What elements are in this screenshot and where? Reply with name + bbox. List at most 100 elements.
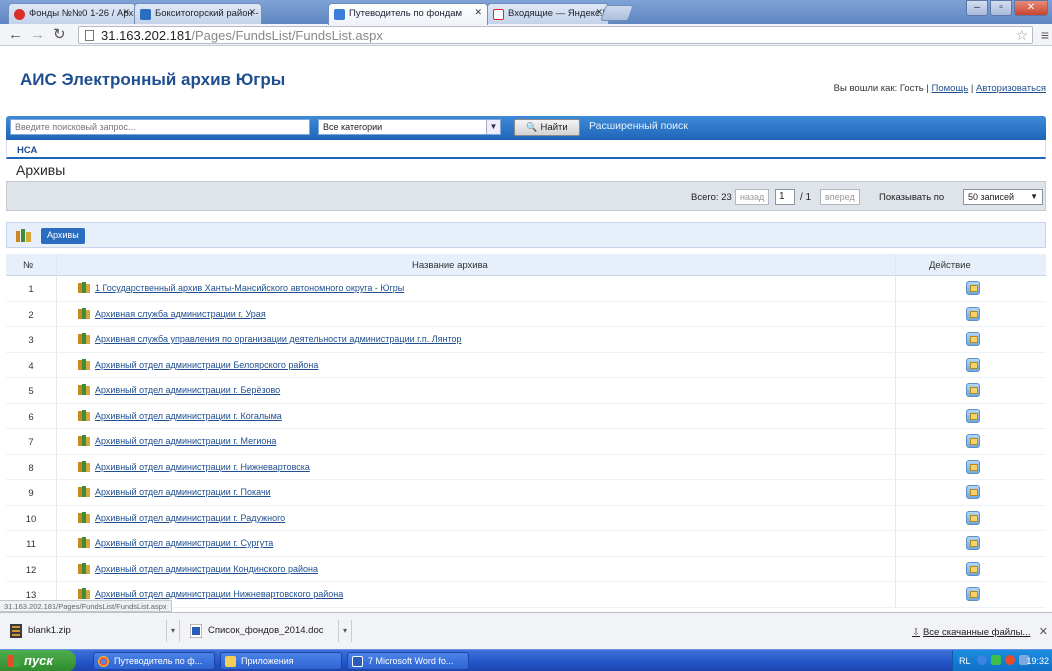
column-header-name[interactable]: Название архива: [412, 260, 488, 271]
open-archive-icon[interactable]: [966, 587, 980, 601]
browser-tab-boksitogorsk[interactable]: Бокситогорский район - Пе ✕: [134, 3, 262, 24]
network-icon[interactable]: [977, 655, 987, 665]
language-indicator[interactable]: RL: [959, 656, 971, 666]
find-label: Найти: [540, 122, 568, 133]
per-page-label: Показывать по: [879, 192, 945, 203]
open-archive-icon[interactable]: [966, 459, 980, 474]
search-input[interactable]: [10, 119, 310, 135]
reload-icon[interactable]: ↻: [53, 27, 66, 42]
site-title: АИС Электронный архив Югры: [20, 70, 286, 89]
archive-link[interactable]: Архивная служба администрации г. Урая: [95, 309, 266, 319]
archive-link[interactable]: Архивный отдел администрации Нижневартов…: [95, 589, 343, 599]
browser-tab-funds[interactable]: Фонды №№0 1-26 / Архив ✕: [8, 3, 136, 24]
login-status: Вы вошли как: Гость: [833, 83, 924, 94]
next-page-button[interactable]: вперед: [820, 189, 860, 205]
opera-icon[interactable]: [1005, 655, 1015, 665]
row-number: 2: [28, 309, 34, 321]
row-number: 6: [28, 411, 34, 423]
open-archive-icon[interactable]: [966, 510, 980, 525]
start-button[interactable]: пуск: [0, 650, 76, 671]
all-downloads-label: Все скачанные файлы...: [922, 627, 1031, 638]
zip-file-icon: [10, 624, 22, 638]
window-controls: – ▫ ✕: [964, 0, 1048, 18]
minimize-icon[interactable]: –: [966, 0, 988, 16]
table-row: 8 Архивный отдел администрации г. Нижнева…: [6, 455, 1046, 480]
favicon-icon: [140, 9, 151, 20]
category-select[interactable]: Все категории ▼: [318, 119, 501, 135]
chevron-down-icon[interactable]: ▾: [338, 620, 352, 642]
back-arrow-icon[interactable]: ←: [8, 27, 23, 42]
address-bar[interactable]: 31.163.202.181/Pages/FundsList/FundsList…: [78, 26, 1033, 44]
favicon-icon: [334, 9, 345, 20]
task-label: Приложения: [241, 656, 294, 666]
row-number: 3: [28, 335, 34, 346]
archive-link[interactable]: Архивный отдел администрации г. Когалыма: [95, 411, 282, 421]
favicon-icon: [493, 9, 504, 20]
windows-logo-icon: [7, 655, 20, 667]
archive-link[interactable]: Архивная служба управления по организаци…: [95, 334, 461, 344]
open-archive-icon[interactable]: [966, 485, 980, 499]
login-bar: Вы вошли как: Гость | Помощь | Авторизов…: [833, 83, 1046, 94]
taskbar-item-word[interactable]: 7 Microsoft Word fo...: [347, 652, 469, 670]
open-archive-icon[interactable]: [966, 332, 980, 346]
close-tab-icon[interactable]: ✕: [474, 7, 482, 18]
archive-link[interactable]: Архивный отдел администрации г. Покачи: [95, 487, 271, 497]
clock: 19:32: [1026, 656, 1049, 666]
page-icon: [85, 30, 94, 41]
open-archive-icon[interactable]: [966, 561, 980, 576]
archive-link[interactable]: 1 Государственный архив Ханты-Мансийског…: [95, 283, 404, 293]
close-shelf-icon[interactable]: ✕: [1039, 625, 1048, 638]
all-downloads-link[interactable]: ⇩ Все скачанные файлы...: [912, 627, 1030, 638]
breadcrumb-archives[interactable]: Архивы: [41, 228, 85, 244]
archive-link[interactable]: Архивный отдел администрации г. Нижневар…: [95, 462, 310, 472]
login-link[interactable]: Авторизоваться: [976, 83, 1046, 94]
tab-label: Входящие — Яндекс.Почт: [508, 8, 608, 19]
close-tab-icon[interactable]: ✕: [248, 7, 256, 18]
table-row: 11 Архивный отдел администрации г. Сургут…: [6, 531, 1046, 557]
forward-arrow-icon[interactable]: →: [30, 27, 45, 42]
open-archive-icon[interactable]: [966, 281, 980, 295]
archive-link[interactable]: Архивный отдел администрации г. Радужног…: [95, 513, 285, 523]
search-icon: 🔍: [526, 122, 538, 132]
tray-app-icon[interactable]: [991, 655, 1001, 665]
open-archive-icon[interactable]: [966, 408, 980, 423]
new-tab-button[interactable]: [600, 5, 634, 21]
prev-page-button[interactable]: назад: [735, 189, 770, 205]
download-item-doc[interactable]: Список_фондов_2014.doc ▾: [184, 620, 352, 642]
find-button[interactable]: 🔍 Найти: [514, 119, 580, 136]
maximize-icon[interactable]: ▫: [990, 0, 1012, 16]
archive-link[interactable]: Архивный отдел администрации Кондинского…: [95, 564, 318, 574]
word-file-icon: [190, 624, 202, 638]
archive-link[interactable]: Архивный отдел администрации г. Мегиона: [95, 436, 276, 446]
archive-link[interactable]: Архивный отдел администрации г. Берёзово: [95, 385, 280, 395]
taskbar-item-folder[interactable]: Приложения: [220, 652, 342, 670]
browser-tab-yandex-mail[interactable]: Входящие — Яндекс.Почт ✕: [487, 3, 609, 24]
open-archive-icon[interactable]: [966, 434, 980, 448]
table-row: 9 Архивный отдел администрации г. Покачи: [6, 480, 1046, 506]
chevron-down-icon[interactable]: ▾: [166, 620, 180, 642]
archive-link[interactable]: Архивный отдел администрации Белоярского…: [95, 360, 318, 370]
row-number: 5: [28, 386, 34, 397]
archive-icon: [78, 435, 90, 446]
open-archive-icon[interactable]: [966, 357, 980, 372]
per-page-select[interactable]: 50 записей ▼: [963, 189, 1043, 205]
archive-icon: [78, 409, 90, 421]
table-row: 3 Архивная служба управления по организац…: [6, 327, 1046, 353]
download-item-zip[interactable]: blank1.zip ▾: [4, 620, 180, 642]
help-link[interactable]: Помощь: [932, 83, 969, 94]
table-row: 6 Архивный отдел администрации г. Когалым…: [6, 404, 1046, 429]
table-row: 1 1 Государственный архив Ханты-Мансийско…: [6, 276, 1046, 302]
open-archive-icon[interactable]: [966, 536, 980, 550]
open-archive-icon[interactable]: [966, 383, 980, 397]
archive-link[interactable]: Архивный отдел администрации г. Сургута: [95, 538, 273, 548]
advanced-search-link[interactable]: Расширенный поиск: [589, 120, 688, 132]
browser-tab-guide[interactable]: Путеводитель по фондам ✕: [328, 3, 488, 25]
open-archive-icon[interactable]: [966, 306, 980, 321]
taskbar-item-chrome[interactable]: Путеводитель по ф...: [93, 652, 215, 670]
close-window-icon[interactable]: ✕: [1014, 0, 1048, 16]
page-number-input[interactable]: 1: [775, 189, 795, 205]
browser-menu-icon[interactable]: ≡: [1041, 27, 1049, 43]
bookmark-star-icon[interactable]: ☆: [1015, 27, 1028, 44]
close-tab-icon[interactable]: ✕: [122, 7, 130, 18]
nav-item-nsa[interactable]: НСА: [17, 145, 37, 156]
